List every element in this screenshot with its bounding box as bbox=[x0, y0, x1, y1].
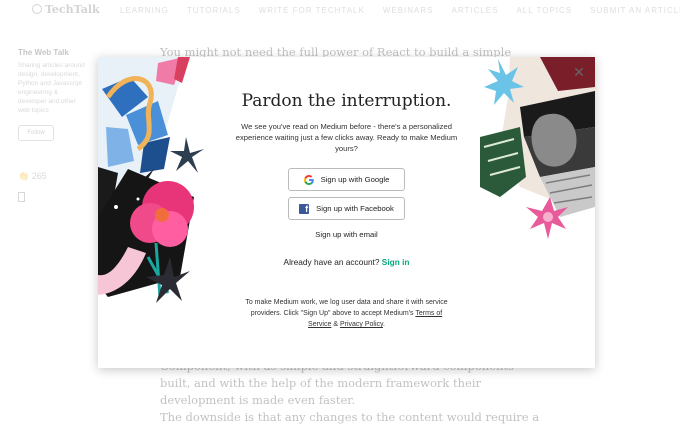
signup-email-link[interactable]: Sign up with email bbox=[218, 230, 475, 239]
nav-link[interactable]: WEBINARS bbox=[383, 6, 434, 15]
nav-link[interactable]: TUTORIALS bbox=[187, 6, 241, 15]
signup-modal: ✕ Pardon the interruption. We see you've… bbox=[98, 57, 595, 368]
decorative-art-right bbox=[480, 57, 595, 239]
modal-content: Pardon the interruption. We see you've r… bbox=[218, 57, 475, 330]
nav-link[interactable]: WRITE FOR TECHTALK bbox=[259, 6, 365, 15]
publication-name: The Web Talk bbox=[18, 48, 69, 57]
publication-sidebar: The Web Talk Sharing articles around des… bbox=[18, 48, 88, 202]
signup-google-label: Sign up with Google bbox=[320, 175, 390, 184]
article-text-bottom: Component, with as simple and straightfo… bbox=[160, 359, 540, 424]
publication-description: Sharing articles around design, developm… bbox=[18, 62, 85, 114]
follow-button[interactable]: Follow bbox=[18, 125, 54, 141]
clap-count[interactable]: 👏 265 bbox=[18, 171, 88, 182]
facebook-icon: f bbox=[299, 203, 310, 214]
top-navigation: TechTalk LEARNING TUTORIALS WRITE FOR TE… bbox=[0, 0, 680, 22]
decorative-art-left bbox=[98, 57, 204, 303]
have-account-line: Already have an account? Sign in bbox=[218, 257, 475, 267]
signup-google-button[interactable]: Sign up with Google bbox=[288, 168, 405, 191]
modal-subtitle: We see you've read on Medium before - th… bbox=[235, 122, 458, 153]
legal-notice: To make Medium work, we log user data an… bbox=[245, 299, 448, 328]
nav-links: LEARNING TUTORIALS WRITE FOR TECHTALK WE… bbox=[120, 6, 680, 15]
nav-link[interactable]: LEARNING bbox=[120, 6, 169, 15]
signup-facebook-label: Sign up with Facebook bbox=[316, 204, 394, 213]
signup-facebook-button[interactable]: f Sign up with Facebook bbox=[288, 197, 405, 220]
close-icon[interactable]: ✕ bbox=[572, 65, 586, 79]
bookmark-icon[interactable] bbox=[18, 192, 25, 202]
google-icon bbox=[303, 174, 314, 185]
privacy-policy-link[interactable]: Privacy Policy bbox=[340, 321, 383, 328]
site-logo[interactable]: TechTalk bbox=[32, 3, 100, 16]
nav-link[interactable]: ARTICLES bbox=[451, 6, 498, 15]
modal-title: Pardon the interruption. bbox=[241, 91, 452, 111]
nav-link[interactable]: SUBMIT AN ARTICLE bbox=[590, 6, 680, 15]
have-account-text: Already have an account? bbox=[283, 257, 380, 267]
nav-link[interactable]: ALL TOPICS bbox=[516, 6, 572, 15]
signin-link[interactable]: Sign in bbox=[382, 257, 410, 267]
